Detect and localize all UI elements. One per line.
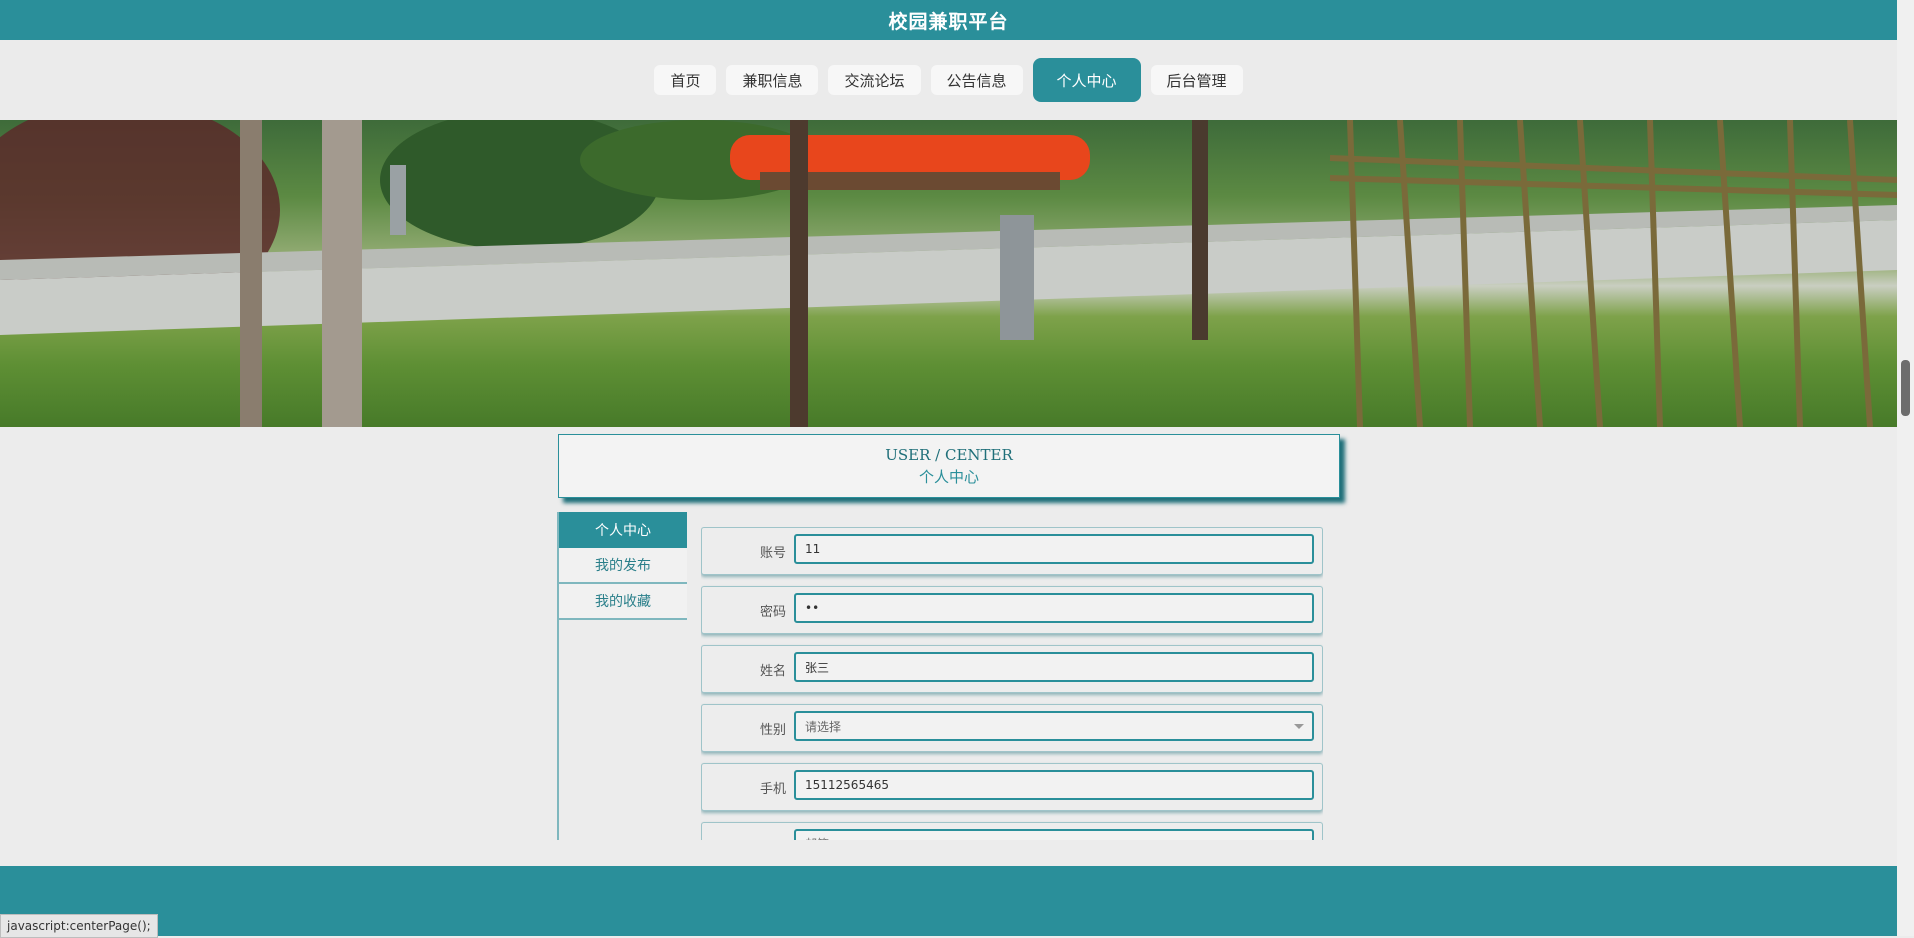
phone-label: 手机 [759, 781, 786, 797]
nav-item-home[interactable]: 首页 [654, 65, 717, 95]
nav-item-admin[interactable]: 后台管理 [1150, 65, 1243, 95]
nav-item-notices[interactable]: 公告信息 [930, 65, 1023, 95]
email-label: 邮箱 [702, 823, 786, 840]
form-row-name: 姓名 [701, 645, 1323, 693]
sidebar: 个人中心 我的发布 我的收藏 [557, 512, 687, 840]
top-header: 校园兼职平台 [0, 0, 1897, 40]
gender-select-value: 请选择 [805, 719, 842, 734]
browser-status-bar: javascript:centerPage(); [0, 914, 158, 938]
account-input[interactable] [794, 534, 1314, 564]
sidebar-item-my-posts[interactable]: 我的发布 [559, 548, 687, 584]
password-input[interactable] [794, 593, 1314, 623]
name-input[interactable] [794, 652, 1314, 682]
account-label: 账号 [759, 545, 786, 561]
nav-item-forum[interactable]: 交流论坛 [828, 65, 921, 95]
sidebar-item-my-favorites[interactable]: 我的收藏 [559, 584, 687, 620]
scrollbar-thumb[interactable] [1901, 360, 1910, 416]
section-title-en: USER / CENTER [885, 445, 1013, 464]
gender-label: 性别 [759, 722, 786, 738]
form-row-account: 账号 [701, 527, 1323, 575]
profile-form: 账号 密码 姓名 性别 请选择 手机 邮箱 [701, 527, 1323, 840]
phone-input[interactable] [794, 770, 1314, 800]
banner-image [0, 120, 1897, 427]
nav-item-jobs[interactable]: 兼职信息 [726, 65, 819, 95]
gender-select[interactable]: 请选择 [794, 711, 1314, 741]
form-row-email: 邮箱 [701, 822, 1323, 840]
nav-item-user-center[interactable]: 个人中心 [1032, 58, 1141, 102]
sidebar-item-user-center[interactable]: 个人中心 [559, 512, 687, 548]
form-row-phone: 手机 [701, 763, 1323, 811]
password-label: 密码 [759, 604, 786, 620]
page-scrollbar[interactable] [1897, 0, 1914, 936]
main-nav: 首页 兼职信息 交流论坛 公告信息 个人中心 后台管理 [0, 40, 1897, 120]
banner-carousel[interactable] [0, 120, 1897, 427]
name-label: 姓名 [759, 663, 786, 679]
form-row-gender: 性别 请选择 [701, 704, 1323, 752]
section-header: USER / CENTER 个人中心 [558, 434, 1340, 498]
email-input[interactable] [794, 829, 1314, 840]
chevron-down-icon [1294, 724, 1304, 729]
section-title-cn: 个人中心 [918, 467, 979, 486]
page-footer [0, 866, 1897, 936]
site-title: 校园兼职平台 [888, 10, 1009, 33]
form-row-password: 密码 [701, 586, 1323, 634]
